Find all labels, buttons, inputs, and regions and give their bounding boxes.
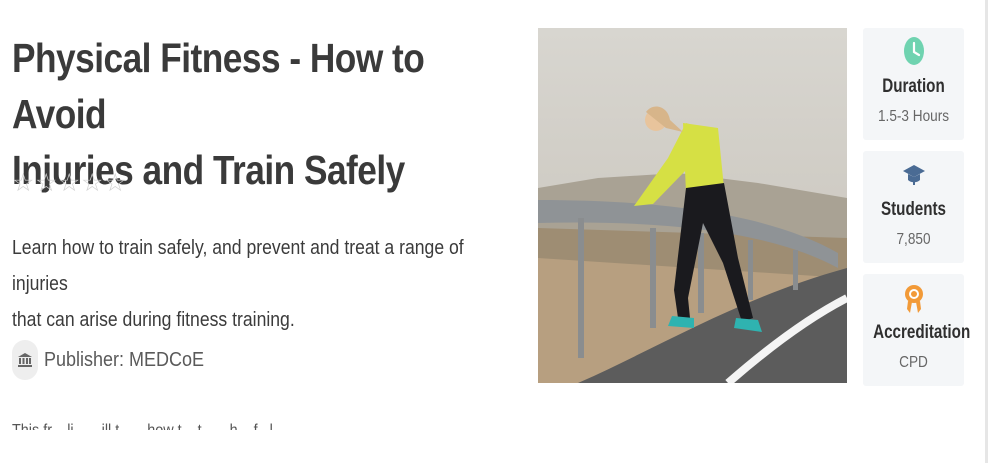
star-icon[interactable]: ☆	[12, 168, 34, 198]
course-image	[538, 28, 847, 383]
accreditation-value: CPD	[899, 354, 928, 371]
duration-card: Duration 1.5-3 Hours	[863, 28, 964, 140]
clock-icon	[863, 36, 964, 66]
star-icon[interactable]: ☆	[104, 168, 126, 198]
accreditation-card: Accreditation CPD	[863, 274, 971, 386]
body-text-preview: This fr... li... ...ill t... ...how t...…	[12, 418, 492, 430]
publisher-label[interactable]: Publisher: MEDCoE	[44, 349, 204, 372]
bank-icon	[12, 340, 38, 380]
students-value: 7,850	[896, 231, 931, 248]
description-line-2: that can arise during fitness training.	[12, 309, 295, 331]
star-icon[interactable]: ☆	[81, 168, 103, 198]
course-description: Learn how to train safely, and prevent a…	[12, 230, 505, 338]
title-line-1: Physical Fitness - How to Avoid	[12, 35, 425, 137]
duration-label: Duration	[882, 76, 945, 97]
star-icon[interactable]: ☆	[58, 168, 80, 198]
publisher: Publisher: MEDCoE	[12, 340, 222, 380]
star-icon[interactable]: ☆	[35, 168, 57, 198]
rating-stars[interactable]: ☆ ☆ ☆ ☆ ☆	[12, 168, 126, 198]
accreditation-label: Accreditation	[873, 322, 971, 343]
students-label: Students	[880, 199, 947, 220]
description-line-1: Learn how to train safely, and prevent a…	[12, 237, 464, 295]
graduation-cap-icon	[863, 159, 964, 189]
duration-value: 1.5-3 Hours	[877, 108, 950, 125]
award-ribbon-icon	[863, 282, 964, 314]
students-card: Students 7,850	[863, 151, 964, 263]
